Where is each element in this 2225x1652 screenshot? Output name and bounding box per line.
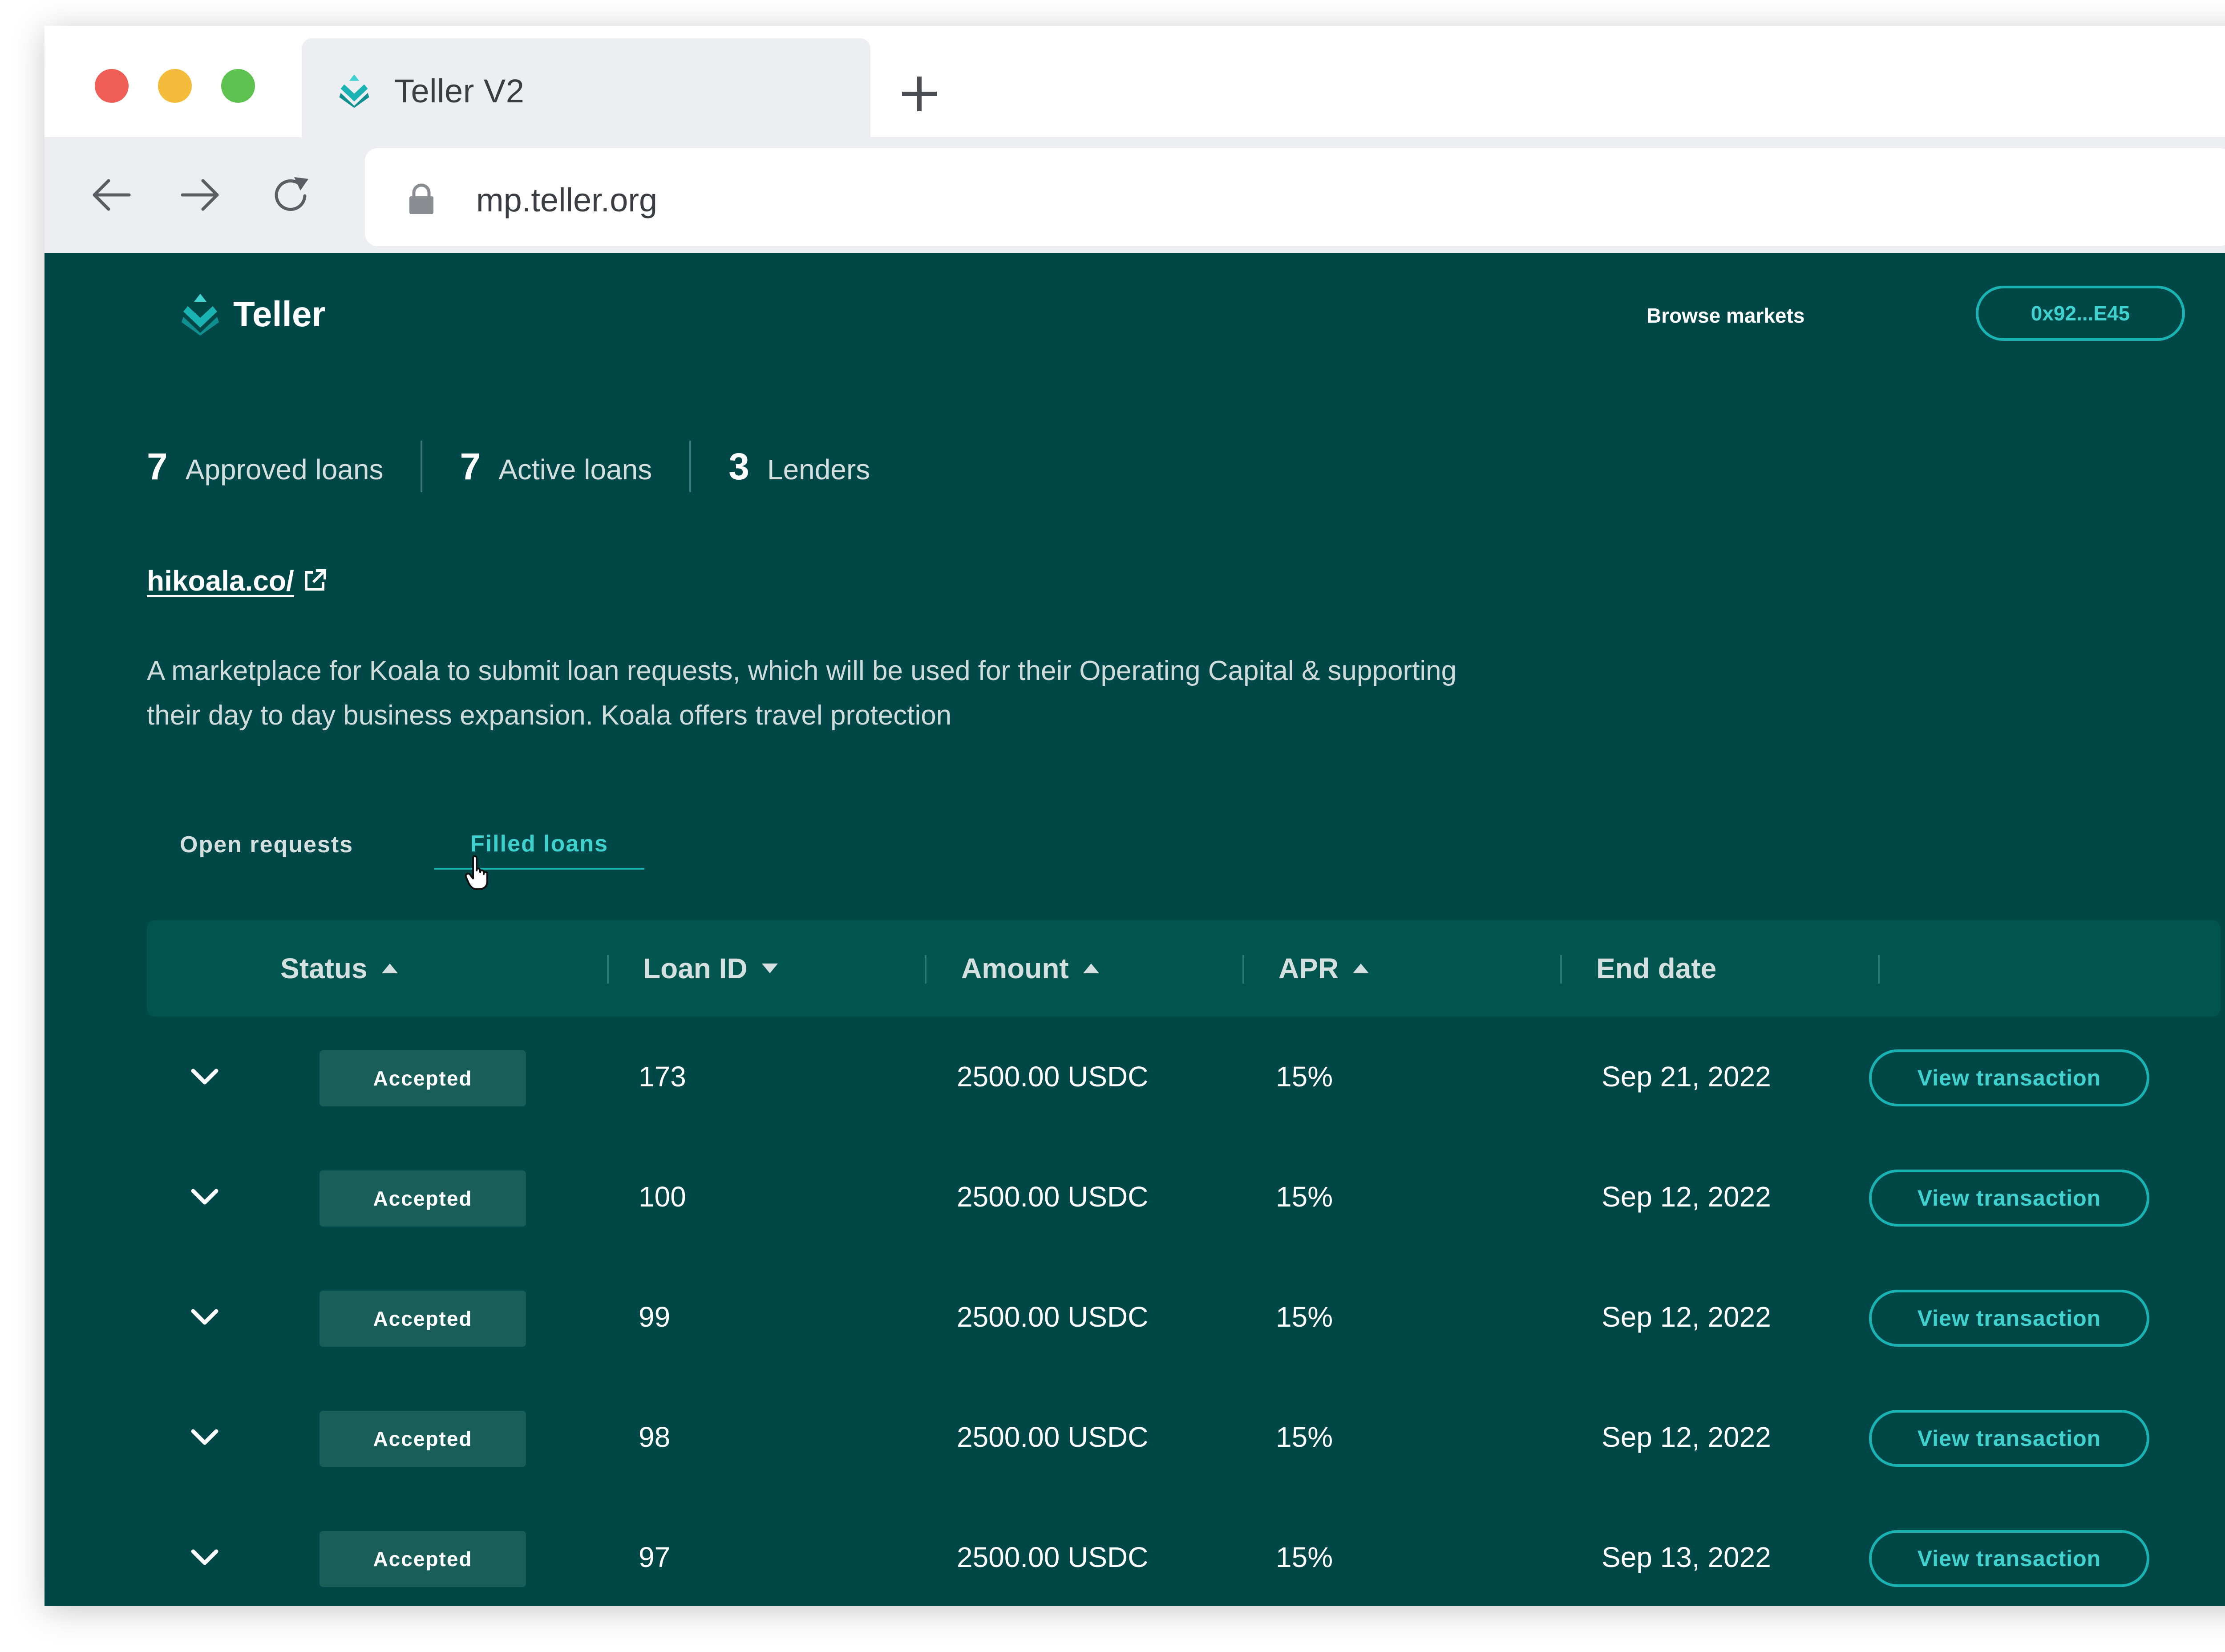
loans-table-body: Accepted 173 2500.00 USDC 15% Sep 21, 20… [147, 1016, 2221, 1606]
loan-apr: 15% [1276, 1181, 1333, 1213]
status-badge: Accepted [320, 1170, 526, 1227]
table-row: Accepted 100 2500.00 USDC 15% Sep 12, 20… [147, 1137, 2221, 1257]
lock-icon [409, 183, 433, 214]
chevron-down-icon[interactable] [190, 1065, 220, 1088]
market-stats: 7 Approved loans 7 Active loans 3 Lender… [147, 440, 870, 493]
wallet-address-button[interactable]: 0x92...E45 [1976, 286, 2185, 341]
column-divider [1878, 955, 1880, 984]
table-row: Accepted 99 2500.00 USDC 15% Sep 12, 202… [147, 1257, 2221, 1377]
market-website-link[interactable]: hikoala.co/ [147, 564, 294, 597]
hand-cursor-icon [465, 855, 488, 890]
plus-icon[interactable] [900, 75, 939, 113]
loan-amount: 2500.00 USDC [957, 1421, 1149, 1453]
column-divider [925, 955, 926, 984]
loan-end-date: Sep 13, 2022 [1602, 1541, 1771, 1573]
chevron-down-icon[interactable] [190, 1186, 220, 1208]
chevron-down-icon[interactable] [190, 1546, 220, 1568]
loan-id: 100 [639, 1181, 686, 1213]
arrow-left-icon[interactable] [89, 173, 134, 217]
status-badge: Accepted [320, 1050, 526, 1106]
chevron-down-icon[interactable] [190, 1306, 220, 1328]
table-row: Accepted 173 2500.00 USDC 15% Sep 21, 20… [147, 1016, 2221, 1137]
browser-toolbar: mp.teller.org [44, 137, 2225, 253]
view-transaction-button[interactable]: View transaction [1869, 1049, 2149, 1106]
arrow-right-icon[interactable] [178, 173, 222, 217]
market-description: A marketplace for Koala to submit loan r… [147, 656, 1457, 731]
loan-apr: 15% [1276, 1541, 1333, 1573]
stat-value: 3 [728, 445, 749, 487]
teller-logo-icon [339, 74, 369, 108]
table-row: Accepted 98 2500.00 USDC 15% Sep 12, 202… [147, 1377, 2221, 1497]
view-transaction-button[interactable]: View transaction [1869, 1410, 2149, 1467]
stat-value: 7 [460, 445, 481, 487]
external-link-icon[interactable] [303, 568, 328, 593]
column-header-loan-id[interactable]: Loan ID [643, 920, 779, 1016]
column-header-amount[interactable]: Amount [961, 920, 1100, 1016]
loan-id: 97 [639, 1541, 671, 1573]
stat-label: Lenders [767, 453, 870, 486]
loan-amount: 2500.00 USDC [957, 1541, 1149, 1573]
window-minimize-button[interactable] [158, 69, 192, 103]
loan-end-date: Sep 12, 2022 [1602, 1181, 1771, 1213]
sort-ascending-icon [381, 964, 398, 973]
column-divider [1560, 955, 1562, 984]
stat-divider [689, 441, 692, 492]
loan-amount: 2500.00 USDC [957, 1061, 1149, 1093]
stat-approved-loans: 7 Approved loans [147, 445, 383, 488]
browser-tab-bar: Teller V2 [44, 26, 2225, 137]
stat-value: 7 [147, 445, 168, 487]
loan-id: 98 [639, 1421, 671, 1453]
stat-label: Approved loans [185, 453, 384, 486]
address-bar[interactable]: mp.teller.org [365, 148, 2225, 246]
browse-markets-link[interactable]: Browse markets [1646, 304, 1804, 328]
view-transaction-button[interactable]: View transaction [1869, 1290, 2149, 1347]
view-transaction-button[interactable]: View transaction [1869, 1170, 2149, 1227]
loan-amount: 2500.00 USDC [957, 1181, 1149, 1213]
loan-end-date: Sep 12, 2022 [1602, 1421, 1771, 1453]
column-label: End date [1596, 952, 1717, 984]
column-divider [1242, 955, 1244, 984]
brand-name: Teller [233, 294, 326, 334]
stat-label: Active loans [498, 453, 652, 486]
column-label: APR [1278, 952, 1339, 984]
loan-apr: 15% [1276, 1301, 1333, 1333]
sort-ascending-icon [1353, 964, 1369, 973]
sort-ascending-icon [1083, 964, 1099, 973]
tab-open-requests[interactable]: Open requests [180, 831, 353, 858]
window-zoom-button[interactable] [221, 69, 255, 103]
reload-icon[interactable] [269, 173, 314, 217]
column-label: Loan ID [643, 952, 748, 984]
view-transaction-button[interactable]: View transaction [1869, 1530, 2149, 1587]
loan-apr: 15% [1276, 1061, 1333, 1093]
column-divider [607, 955, 609, 984]
loan-end-date: Sep 21, 2022 [1602, 1061, 1771, 1093]
loan-amount: 2500.00 USDC [957, 1301, 1149, 1333]
column-header-end-date[interactable]: End date [1596, 920, 1716, 1016]
table-header: Status Loan ID Amount APR End date [147, 920, 2221, 1016]
teller-logo-icon [182, 294, 219, 336]
browser-window: Teller V2 mp.teller.org Teller Browse ma… [44, 26, 2225, 1606]
status-badge: Accepted [320, 1291, 526, 1347]
column-header-apr[interactable]: APR [1278, 920, 1370, 1016]
stat-active-loans: 7 Active loans [460, 445, 652, 488]
table-row: Accepted 97 2500.00 USDC 15% Sep 13, 202… [147, 1497, 2221, 1606]
column-label: Status [280, 952, 368, 984]
status-badge: Accepted [320, 1411, 526, 1467]
url-text: mp.teller.org [476, 182, 658, 219]
window-close-button[interactable] [95, 69, 129, 103]
column-header-status[interactable]: Status [280, 920, 399, 1016]
browser-tab-active[interactable]: Teller V2 [302, 38, 870, 137]
page-content: Teller Browse markets 0x92...E45 7 Appro… [44, 253, 2225, 1606]
loan-id: 173 [639, 1061, 686, 1093]
chevron-down-icon[interactable] [190, 1426, 220, 1448]
stat-lenders: 3 Lenders [728, 445, 870, 488]
loan-end-date: Sep 12, 2022 [1602, 1301, 1771, 1333]
loan-id: 99 [639, 1301, 671, 1333]
browser-tab-title: Teller V2 [394, 73, 525, 109]
stat-divider [421, 441, 423, 492]
column-label: Amount [961, 952, 1069, 984]
sort-descending-icon [761, 964, 778, 973]
loan-apr: 15% [1276, 1421, 1333, 1453]
status-badge: Accepted [320, 1531, 526, 1587]
